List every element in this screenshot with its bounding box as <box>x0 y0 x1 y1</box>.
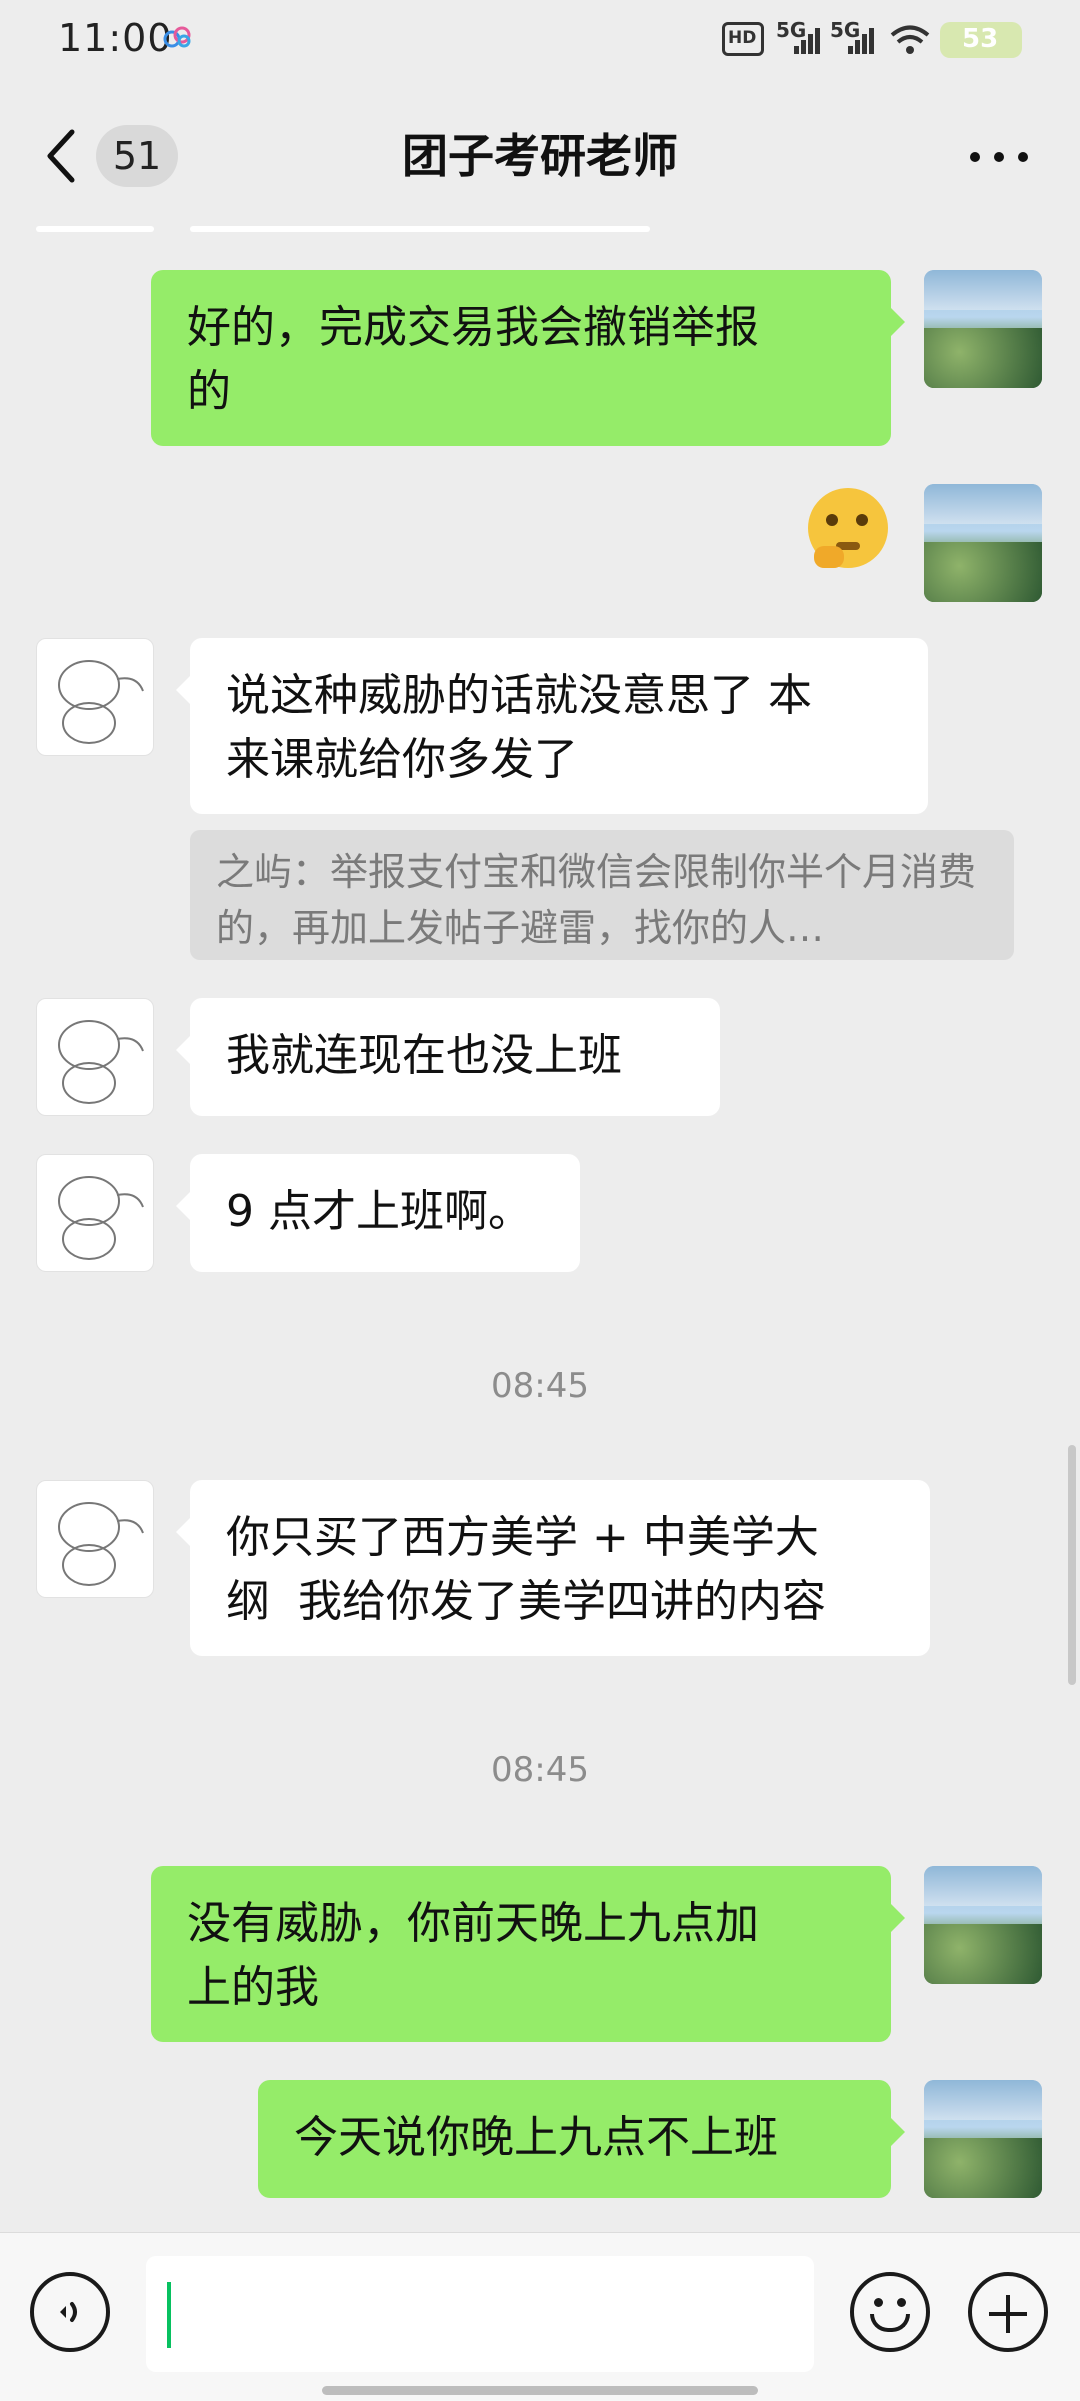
outgoing-message-bubble[interactable]: 今天说你晚上九点不上班 <box>258 2080 905 2198</box>
avatar <box>36 226 154 232</box>
timestamp: 08:45 <box>491 1366 589 1406</box>
cloud-icon <box>163 26 191 48</box>
my-avatar[interactable] <box>924 270 1042 388</box>
contact-avatar[interactable] <box>36 638 154 756</box>
outgoing-message-bubble[interactable]: 好的，完成交易我会撤销举报 的 <box>151 270 905 446</box>
my-avatar[interactable] <box>924 1866 1042 1984</box>
plus-icon[interactable] <box>968 2272 1048 2352</box>
outgoing-message-bubble[interactable]: 没有威胁，你前天晚上九点加 上的我 <box>151 1866 905 2042</box>
text-caret <box>167 2282 171 2348</box>
more-dots-icon[interactable] <box>960 130 1040 180</box>
message-input[interactable] <box>146 2256 814 2372</box>
dog-sketch-icon <box>58 1502 144 1586</box>
battery-icon: 53 <box>940 22 1022 58</box>
emoji-icon[interactable] <box>850 2272 930 2352</box>
dog-sketch-icon <box>58 1176 144 1260</box>
timestamp: 08:45 <box>491 1750 589 1790</box>
signal-5g-icon: 5G <box>830 18 876 58</box>
my-avatar[interactable] <box>924 484 1042 602</box>
message-bubble <box>190 226 650 232</box>
chat-title: 团子考研老师 <box>402 129 678 183</box>
contact-avatar[interactable] <box>36 1480 154 1598</box>
unread-count-badge[interactable]: 51 <box>96 125 178 187</box>
incoming-message-bubble[interactable]: 说这种威胁的话就没意思了 本 来课就给你多发了 <box>176 638 928 814</box>
contact-avatar[interactable] <box>36 1154 154 1272</box>
wifi-icon <box>890 25 930 54</box>
incoming-message-bubble[interactable]: 你只买了西方美学 + 中美学大 纲 我给你发了美学四讲的内容 <box>176 1480 930 1656</box>
dog-sketch-icon <box>58 660 144 744</box>
status-time: 11:00 <box>58 16 173 60</box>
chevron-left-icon[interactable] <box>42 126 82 186</box>
voice-icon[interactable] <box>30 2272 110 2352</box>
incoming-message-bubble[interactable]: 9 点才上班啊。 <box>176 1154 580 1272</box>
dog-sketch-icon <box>58 1020 144 1104</box>
incoming-message-bubble[interactable]: 我就连现在也没上班 <box>176 998 720 1116</box>
contact-avatar[interactable] <box>36 998 154 1116</box>
signal-5g-icon: 5G <box>776 18 822 58</box>
quoted-message[interactable]: 之屿：举报支付宝和微信会限制你半个月消费的，再加上发帖子避雷，找你的人… <box>190 830 1014 960</box>
voice-waves <box>60 2302 77 2322</box>
my-avatar[interactable] <box>924 2080 1042 2198</box>
thinking-face-emoji[interactable] <box>808 488 888 572</box>
hd-icon: HD <box>722 22 764 56</box>
home-indicator[interactable] <box>322 2386 758 2395</box>
scrollbar[interactable] <box>1068 1445 1076 1685</box>
